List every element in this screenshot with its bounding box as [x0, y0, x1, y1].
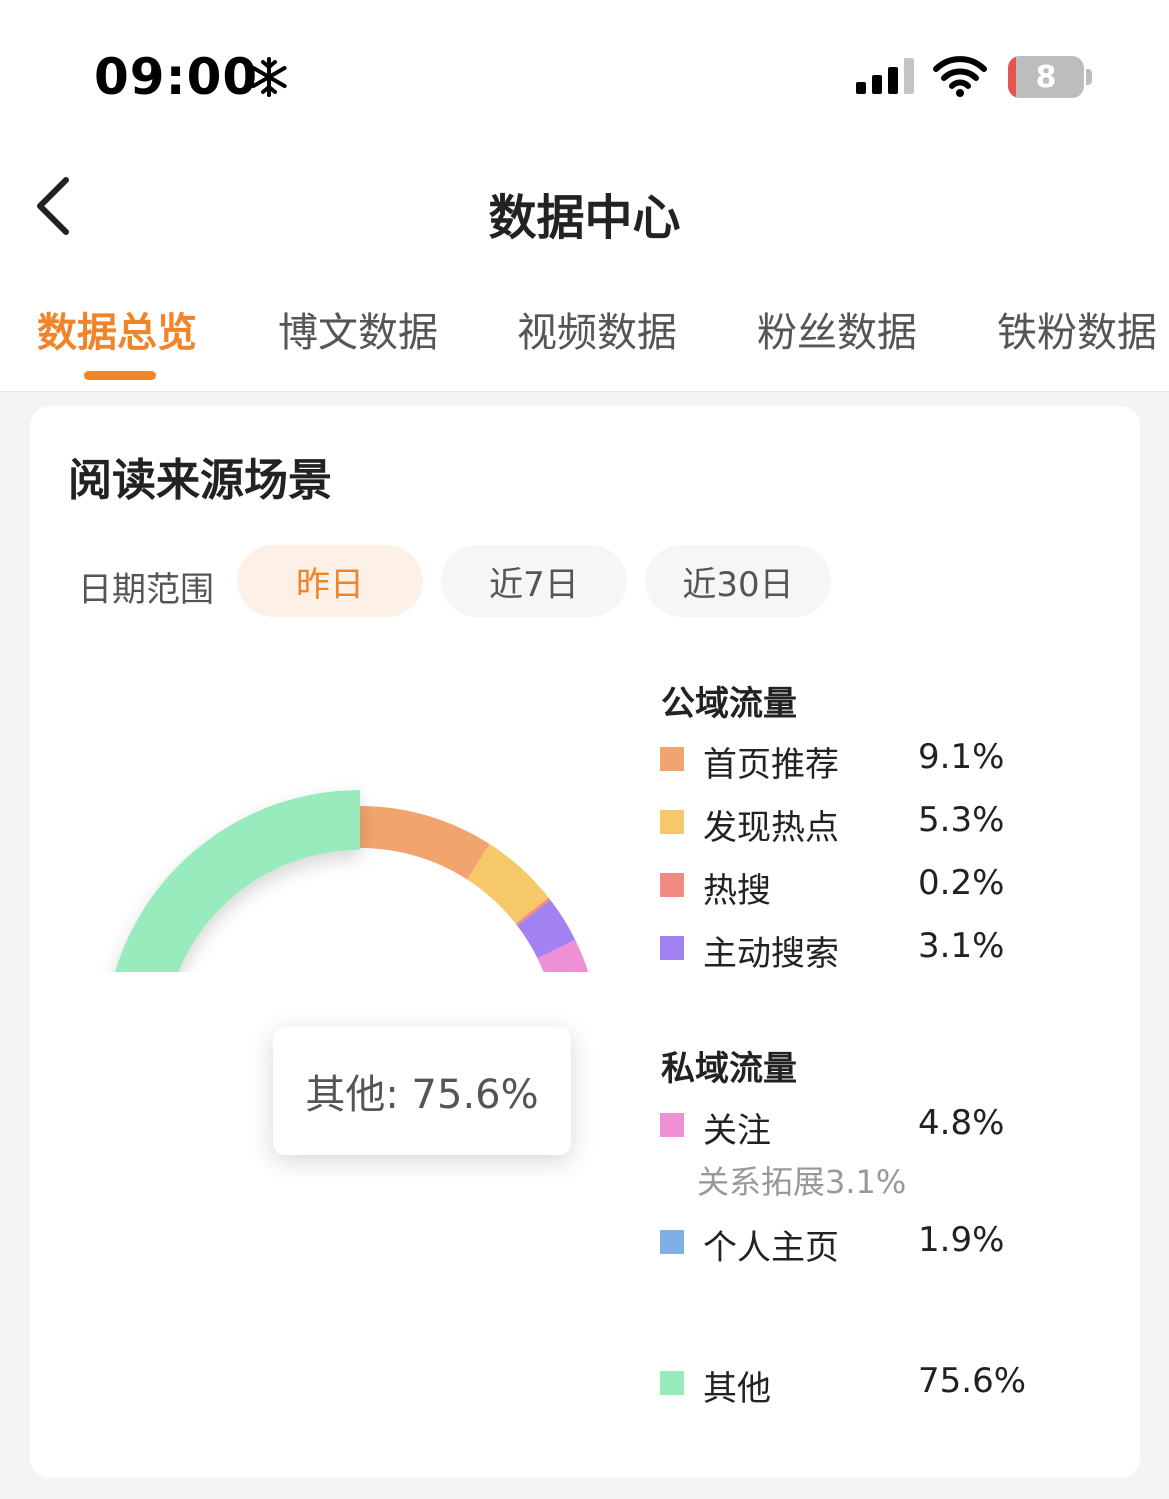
wifi-icon	[933, 56, 987, 97]
legend-value: 75.6%	[918, 1361, 1027, 1401]
legend-item[interactable]: 个人主页 1.9%	[660, 1220, 1080, 1268]
legend-swatch	[660, 1371, 684, 1395]
tab-bar: 数据总览 博文数据 视频数据 粉丝数据 铁粉数据	[0, 300, 1169, 360]
legend-value: 9.1%	[918, 737, 1005, 777]
legend-sub-note: 关系拓展3.1%	[697, 1163, 907, 1201]
tab-overview[interactable]: 数据总览	[37, 300, 197, 358]
tab-fans[interactable]: 粉丝数据	[757, 300, 917, 358]
snowflake-icon	[251, 57, 287, 97]
legend-public-title: 公域流量	[661, 684, 797, 724]
legend-value: 1.9%	[918, 1220, 1005, 1260]
battery-icon: 8	[1008, 56, 1084, 98]
legend-label: 发现热点	[703, 808, 839, 848]
donut-slice[interactable]	[360, 806, 490, 880]
legend-item[interactable]: 主动搜索 3.1%	[660, 926, 1080, 974]
legend-swatch	[660, 1113, 684, 1137]
legend-value: 5.3%	[918, 800, 1005, 840]
tab-posts[interactable]: 博文数据	[278, 300, 438, 358]
legend-label: 主动搜索	[703, 934, 839, 974]
legend-swatch	[660, 810, 684, 834]
legend-private-title: 私域流量	[661, 1049, 797, 1089]
legend-item[interactable]: 首页推荐 9.1%	[660, 737, 1080, 785]
legend-label: 首页推荐	[703, 745, 839, 785]
battery-cap	[1086, 69, 1092, 85]
legend-swatch	[660, 747, 684, 771]
legend-item[interactable]: 热搜 0.2%	[660, 863, 1080, 911]
legend-label: 个人主页	[703, 1228, 839, 1268]
legend-item[interactable]: 发现热点 5.3%	[660, 800, 1080, 848]
legend-item[interactable]: 其他 75.6%	[660, 1361, 1080, 1409]
active-tab-indicator	[84, 371, 156, 380]
page-title: 数据中心	[488, 190, 681, 246]
legend-value: 4.8%	[918, 1103, 1005, 1143]
donut-chart	[114, 790, 589, 972]
legend-value: 0.2%	[918, 863, 1005, 903]
legend-swatch	[660, 873, 684, 897]
legend-label: 关注	[703, 1111, 771, 1151]
tab-videos[interactable]: 视频数据	[517, 300, 677, 358]
legend-item[interactable]: 关注 4.8%	[660, 1103, 1080, 1151]
legend-swatch	[660, 936, 684, 960]
top-bar: 09:00 8 数据中心 数据总览 博文数据 视频数据 粉丝数据 铁粉数据	[0, 0, 1169, 392]
legend-label: 其他	[703, 1369, 771, 1409]
chart-tooltip: 其他: 75.6%	[273, 1027, 571, 1155]
legend-swatch	[660, 1230, 684, 1254]
cellular-signal-icon	[856, 58, 914, 94]
legend-label: 热搜	[703, 871, 771, 911]
tab-iron-fans[interactable]: 铁粉数据	[997, 300, 1157, 358]
status-time: 09:00	[94, 48, 259, 106]
range-chip-30days[interactable]: 近30日	[645, 545, 831, 617]
legend-value: 3.1%	[918, 926, 1005, 966]
battery-level: 8	[1035, 59, 1057, 95]
